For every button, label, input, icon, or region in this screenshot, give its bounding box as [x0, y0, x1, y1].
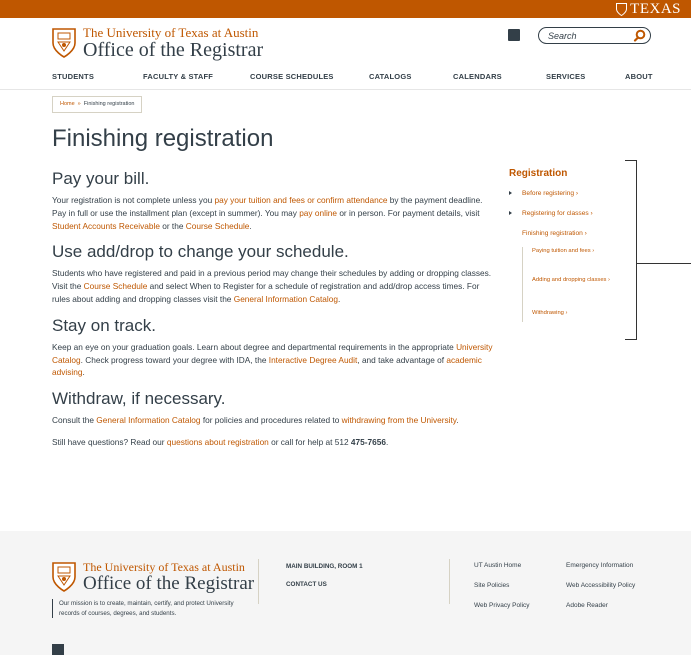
search-box	[538, 27, 651, 44]
search-icon[interactable]	[633, 29, 646, 42]
sidebar-item-paying-tuition[interactable]: Paying tuition and fees ›	[522, 247, 638, 271]
ut-seal-icon	[52, 28, 76, 58]
twitter-icon[interactable]	[508, 29, 520, 41]
main-content: Pay your bill. Your registration is not …	[52, 168, 494, 458]
sidebar-item-before-registering[interactable]: Before registering ›	[509, 189, 638, 209]
search-input[interactable]	[548, 29, 628, 42]
sidebar-item-adding-dropping[interactable]: Adding and dropping classes ›	[522, 271, 638, 304]
nav-students[interactable]: STUDENTS	[52, 72, 94, 81]
link-withdrawing[interactable]: withdrawing from the University	[342, 415, 457, 425]
section-heading-adddrop: Use add/drop to change your schedule.	[52, 242, 349, 262]
link-registration-questions[interactable]: questions about registration	[167, 437, 269, 447]
section-paragraph-adddrop: Students who have registered and paid in…	[52, 268, 492, 304]
university-name: The University of Texas at Austin	[83, 25, 259, 40]
footer-link-web-privacy[interactable]: Web Privacy Policy	[474, 602, 530, 609]
footer-divider	[258, 559, 259, 604]
top-bar: TEXAS	[0, 0, 691, 18]
link-course-schedule-2[interactable]: Course Schedule	[84, 281, 148, 291]
footer-link-ut-austin-home[interactable]: UT Austin Home	[474, 562, 521, 569]
questions-paragraph: Still have questions? Read our questions…	[52, 436, 389, 447]
section-paragraph-pay: Your registration is not complete unless…	[52, 195, 483, 231]
annotation-bracket	[625, 160, 637, 340]
link-course-schedule[interactable]: Course Schedule	[186, 221, 250, 231]
sidebar-title[interactable]: Registration	[509, 168, 638, 179]
nav-services[interactable]: SERVICES	[546, 72, 585, 81]
footer-link-emergency-info[interactable]: Emergency Information	[566, 562, 633, 569]
footer-link-site-policies[interactable]: Site Policies	[474, 582, 509, 589]
office-name: Office of the Registrar	[83, 39, 264, 61]
sidebar-item-finishing-registration[interactable]: Finishing registration ›	[509, 229, 638, 247]
main-nav: STUDENTS FACULTY & STAFF COURSE SCHEDULE…	[0, 72, 691, 84]
link-degree-audit[interactable]: Interactive Degree Audit	[269, 355, 358, 365]
nav-calendars[interactable]: CALENDARS	[453, 72, 502, 81]
caret-right-icon[interactable]	[509, 211, 512, 215]
breadcrumb-current: Finishing registration	[83, 101, 135, 107]
nav-about[interactable]: ABOUT	[625, 72, 653, 81]
footer-logo-link[interactable]: The University of Texas at Austin Office…	[52, 561, 254, 593]
link-student-accounts[interactable]: Student Accounts Receivable	[52, 221, 160, 231]
footer-address: MAIN BUILDING, ROOM 1	[286, 563, 363, 570]
nav-catalogs[interactable]: CATALOGS	[369, 72, 412, 81]
section-paragraph-withdraw: Consult the General Information Catalog …	[52, 415, 459, 426]
ut-seal-icon	[52, 562, 76, 592]
footer-divider	[449, 559, 450, 604]
site-footer: The University of Texas at Austin Office…	[0, 531, 691, 655]
section-heading-pay: Pay your bill.	[52, 169, 150, 188]
phone-number: 475-7656	[350, 436, 386, 447]
link-pay-tuition[interactable]: pay your tuition and fees or confirm att…	[215, 195, 388, 205]
section-paragraph-track: Keep an eye on your graduation goals. Le…	[52, 341, 493, 378]
footer-link-web-accessibility[interactable]: Web Accessibility Policy	[566, 582, 635, 589]
footer-link-adobe-reader[interactable]: Adobe Reader	[566, 602, 608, 609]
footer-office-name: Office of the Registrar	[83, 573, 255, 594]
nav-faculty-staff[interactable]: FACULTY & STAFF	[143, 72, 213, 81]
nav-course-schedules[interactable]: COURSE SCHEDULES	[250, 72, 334, 81]
section-heading-track: Stay on track.	[52, 315, 156, 335]
footer-contact-link[interactable]: CONTACT US	[286, 581, 327, 588]
link-general-catalog-2[interactable]: General Information Catalog	[96, 415, 200, 425]
breadcrumb: Home» Finishing registration	[52, 96, 143, 113]
site-logo-link[interactable]: The University of Texas at Austin Office…	[52, 26, 263, 60]
breadcrumb-home[interactable]: Home	[60, 101, 75, 107]
shield-icon	[616, 3, 628, 16]
sidebar-item-registering-for-classes[interactable]: Registering for classes ›	[509, 209, 638, 229]
sidebar-nav: Registration Before registering › Regist…	[509, 168, 638, 322]
link-general-catalog[interactable]: General Information Catalog	[234, 294, 338, 304]
breadcrumb-separator: »	[77, 101, 81, 107]
footer-mission: Our mission is to create, maintain, cert…	[52, 599, 237, 618]
nav-divider	[0, 89, 691, 90]
texas-wordmark-text: TEXAS	[630, 1, 681, 17]
section-heading-withdraw: Withdraw, if necessary.	[52, 389, 226, 409]
link-pay-online[interactable]: pay online	[299, 208, 337, 218]
page-title: Finishing registration	[52, 125, 274, 152]
sidebar-item-withdrawing[interactable]: Withdrawing ›	[522, 304, 638, 322]
texas-wordmark-link[interactable]: TEXAS	[616, 1, 681, 18]
twitter-icon[interactable]	[52, 644, 64, 655]
caret-right-icon[interactable]	[509, 191, 512, 195]
annotation-bracket-line	[637, 263, 691, 264]
